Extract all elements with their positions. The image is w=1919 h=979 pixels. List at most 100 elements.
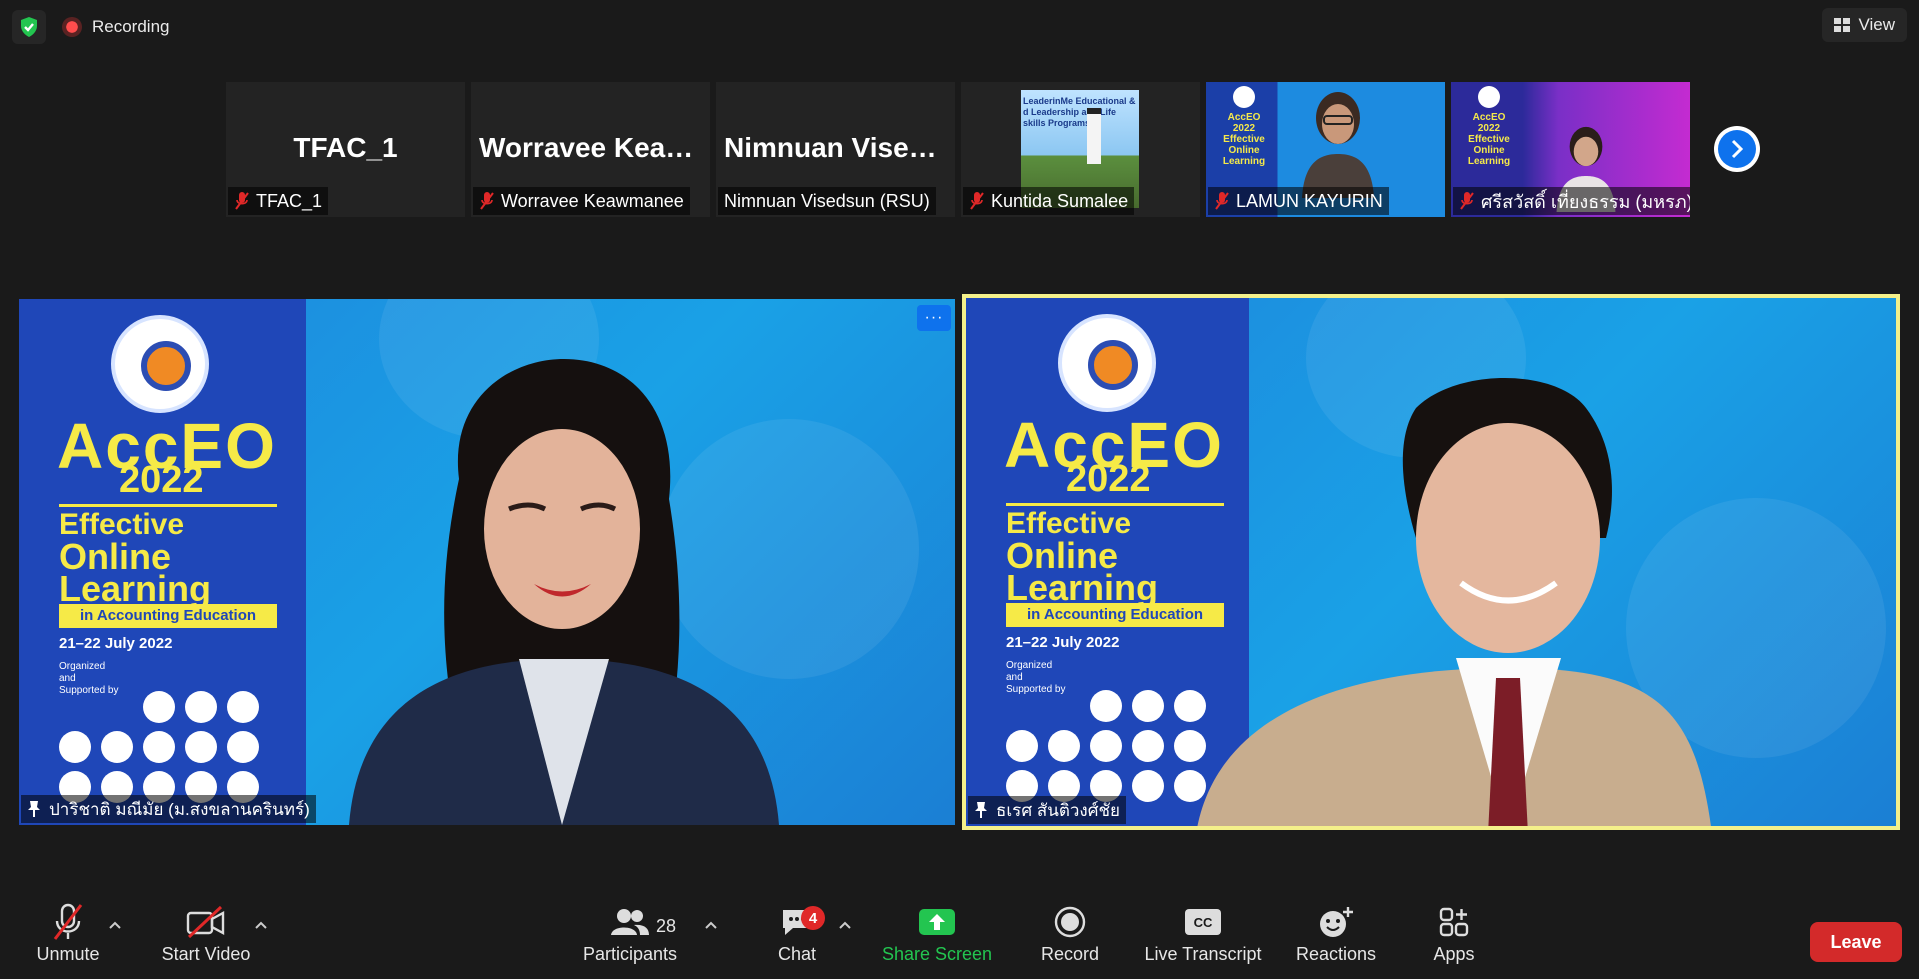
lighthouse-tower — [1087, 108, 1101, 164]
chevron-up-icon[interactable] — [704, 920, 718, 930]
sponsor-logo — [1006, 730, 1038, 762]
crest-logo — [1478, 86, 1500, 108]
mic-muted-icon — [235, 192, 249, 210]
apps-button[interactable]: Apps — [1424, 900, 1484, 979]
mic-muted-icon — [480, 192, 494, 210]
reactions-button[interactable]: Reactions — [1290, 900, 1382, 979]
poster-date: 21–22 July 2022 — [1006, 634, 1120, 651]
sponsor-logo — [1048, 730, 1080, 762]
share-screen-button[interactable]: Share Screen — [880, 900, 994, 979]
video-off-icon — [186, 905, 225, 939]
poster-date: 21–22 July 2022 — [59, 635, 173, 652]
participants-count: 28 — [656, 916, 677, 936]
record-button[interactable]: Record — [1034, 900, 1106, 979]
unmute-label: Unmute — [36, 944, 100, 964]
main-video-left[interactable]: AccEO 2022 Effective Online Learning in … — [19, 299, 955, 825]
crest-logo — [1233, 86, 1255, 108]
crest-logo — [1058, 314, 1156, 412]
mini-poster-line: Online — [1473, 145, 1505, 156]
chevron-up-icon[interactable] — [108, 920, 122, 930]
chevron-up-icon[interactable] — [254, 920, 268, 930]
participant-big-name: TFAC_1 — [293, 132, 398, 163]
live-transcript-label: Live Transcript — [1144, 944, 1262, 964]
poster-divider — [59, 504, 277, 507]
sponsor-logo — [101, 731, 133, 763]
chevron-up-icon[interactable] — [838, 920, 852, 930]
sponsor-logo — [143, 691, 175, 723]
sponsor-logo — [227, 731, 259, 763]
more-options-button[interactable]: ··· — [917, 305, 951, 331]
mini-poster-line: Effective — [1468, 134, 1510, 145]
participant-name: Worravee Keawmanee — [501, 190, 684, 211]
participant-big-name: Nimnuan Vised… — [724, 132, 954, 163]
speaker-name-tag: ปาริชาติ มณีมัย (ม.สงขลานครินทร์) — [21, 795, 316, 823]
participant-name-tag: ศรีสวัสดิ์ เที่ยงธรรม (มหรภ) — [1453, 187, 1690, 215]
participant-tile[interactable]: TFAC_1 TFAC_1 — [226, 82, 465, 217]
sponsor-logo — [227, 691, 259, 723]
closed-captions-icon: CC — [1185, 909, 1221, 935]
pin-icon — [975, 802, 987, 818]
unmute-button[interactable]: Unmute — [30, 900, 106, 979]
chat-unread-badge: 4 — [801, 906, 825, 930]
mini-poster-brand: AccEO — [1227, 112, 1261, 123]
participant-tile[interactable]: Worravee Keaw… Worravee Keawmanee — [471, 82, 710, 217]
poster-subtitle: in Accounting Education — [59, 604, 277, 628]
apps-label: Apps — [1433, 944, 1475, 964]
mini-poster: AccEO 2022 Effective Online Learning — [1212, 86, 1276, 167]
sponsor-logo — [143, 731, 175, 763]
speaker-name: ปาริชาติ มณีมัย (ม.สงขลานครินทร์) — [49, 799, 310, 819]
chat-label: Chat — [777, 944, 817, 964]
participant-tile[interactable]: LeaderinMe Educational & d Leadership an… — [961, 82, 1200, 217]
participant-video-image-text: LeaderinMe Educational & d Leadership an… — [1023, 96, 1136, 128]
mini-poster-year: 2022 — [1477, 123, 1501, 134]
share-screen-label: Share Screen — [881, 944, 993, 964]
emoji-plus-icon — [1320, 907, 1353, 937]
participants-button[interactable]: Participants — [580, 900, 680, 979]
share-screen-icon — [919, 909, 955, 935]
next-page-button[interactable] — [1714, 126, 1760, 172]
record-label: Record — [1040, 944, 1100, 964]
participant-big-name: Worravee Keaw… — [479, 132, 710, 163]
recording-dot-icon — [62, 17, 82, 37]
sponsor-logos — [59, 691, 261, 803]
live-transcript-button[interactable]: CC Live Transcript — [1140, 900, 1266, 979]
participant-name: ศรีสวัสดิ์ เที่ยงธรรม (มหรภ) — [1481, 191, 1690, 212]
recording-indicator[interactable]: Recording — [62, 14, 170, 40]
chevron-right-icon — [1731, 139, 1744, 159]
view-label: View — [1858, 15, 1895, 34]
participant-name-tag: LAMUN KAYURIN — [1208, 187, 1389, 215]
main-video-right[interactable]: AccEO 2022 Effective Online Learning in … — [962, 294, 1900, 830]
mic-muted-icon — [1460, 192, 1474, 210]
event-poster: AccEO 2022 Effective Online Learning in … — [19, 299, 306, 825]
mini-poster-line: Online — [1228, 145, 1260, 156]
more-options-icon: ··· — [924, 309, 944, 326]
participant-tile[interactable]: AccEO 2022 Effective Online Learning ศรี… — [1451, 82, 1690, 217]
participant-name-tag: TFAC_1 — [228, 187, 329, 215]
participant-tile[interactable]: Nimnuan Vised… Nimnuan Visedsun (RSU) — [716, 82, 955, 217]
sponsor-logo — [1090, 730, 1122, 762]
meeting-toolbar: Unmute Start Video Participants 28 Chat … — [0, 900, 1919, 979]
participant-name: Nimnuan Visedsun (RSU) — [724, 190, 930, 211]
sponsor-logo — [59, 731, 91, 763]
participant-person-image — [1302, 92, 1374, 198]
mini-poster-brand: AccEO — [1472, 112, 1506, 123]
participants-label: Participants — [582, 944, 678, 964]
mic-muted-icon — [970, 192, 984, 210]
participant-tile[interactable]: AccEO 2022 Effective Online Learning LAM… — [1206, 82, 1445, 217]
mini-poster-line: Learning — [1222, 156, 1266, 167]
security-shield-button[interactable] — [12, 10, 46, 44]
view-button[interactable]: View — [1822, 8, 1907, 42]
mini-poster-line: Learning — [1467, 156, 1511, 167]
sponsor-logo — [185, 691, 217, 723]
leave-button[interactable]: Leave — [1810, 922, 1902, 962]
start-video-button[interactable]: Start Video — [156, 900, 256, 979]
participants-icon — [611, 909, 649, 935]
participant-thumbnail-strip: TFAC_1 TFAC_1 Worravee Keaw… Worravee Ke… — [226, 82, 1690, 217]
mic-muted-icon — [53, 903, 83, 940]
participant-name-tag: Nimnuan Visedsun (RSU) — [718, 187, 936, 215]
shield-check-icon — [21, 17, 37, 37]
participant-name: Kuntida Sumalee — [991, 190, 1129, 211]
svg-text:CC: CC — [1194, 915, 1213, 930]
poster-line: Learning — [59, 568, 212, 609]
mini-poster-line: Effective — [1223, 134, 1265, 145]
